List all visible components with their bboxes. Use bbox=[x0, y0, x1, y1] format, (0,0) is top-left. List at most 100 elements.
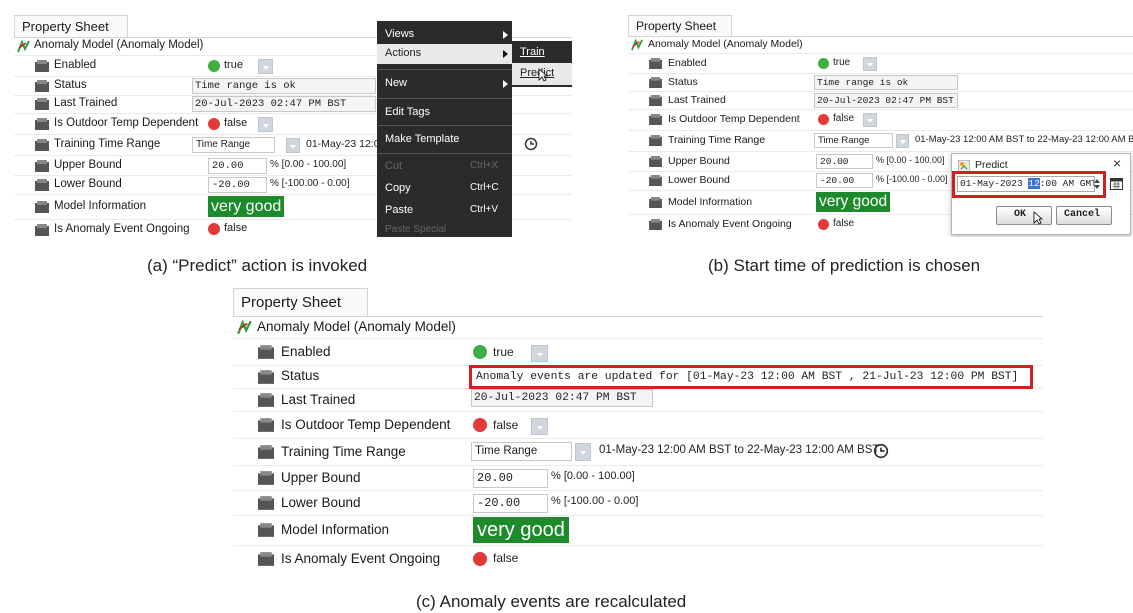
submenu-item-predict[interactable]: Predict bbox=[512, 63, 572, 85]
tree-root[interactable]: Anomaly Model (Anomaly Model) bbox=[233, 317, 1043, 339]
label-model-info: Model Information bbox=[668, 196, 753, 208]
caption-c: (c) Anomaly events are recalculated bbox=[416, 592, 687, 611]
submenu-item-train[interactable]: Train bbox=[520, 46, 545, 58]
row-last-trained: Last Trained 20-Jul-2023 02:47 PM BST bbox=[628, 92, 1133, 110]
slot-icon bbox=[258, 393, 274, 407]
calendar-icon[interactable] bbox=[1110, 177, 1123, 190]
last-trained-value: 20-Jul-2023 02:47 PM BST bbox=[471, 389, 653, 407]
submenu-arrow-icon bbox=[503, 80, 508, 88]
caption-a: (a) “Predict” action is invoked bbox=[147, 256, 368, 275]
outdoor-dropdown[interactable] bbox=[531, 418, 548, 435]
training-dropdown[interactable] bbox=[575, 443, 591, 461]
dialog-close-button[interactable]: × bbox=[1113, 155, 1121, 171]
training-combo[interactable]: Time Range bbox=[192, 137, 275, 153]
false-indicator-icon bbox=[818, 114, 829, 125]
slot-icon bbox=[35, 60, 49, 72]
cancel-button[interactable]: Cancel bbox=[1056, 206, 1112, 225]
enabled-dropdown[interactable] bbox=[531, 345, 548, 362]
menu-item-views[interactable]: Views bbox=[385, 28, 414, 40]
cancel-button-label: Cancel bbox=[1064, 209, 1101, 220]
lower-input[interactable]: -20.00 bbox=[473, 494, 548, 513]
enabled-value[interactable]: true bbox=[224, 59, 243, 71]
property-sheet-tab[interactable]: Property Sheet bbox=[628, 15, 732, 37]
training-combo[interactable]: Time Range bbox=[814, 133, 893, 148]
outdoor-value[interactable]: false bbox=[224, 117, 247, 129]
event-value: false bbox=[493, 551, 519, 565]
enabled-value[interactable]: true bbox=[493, 345, 514, 359]
anomaly-model-icon bbox=[17, 40, 31, 53]
ok-button[interactable]: OK bbox=[996, 206, 1052, 225]
slot-icon bbox=[649, 77, 662, 88]
enabled-dropdown[interactable] bbox=[258, 59, 273, 74]
property-sheet-tab[interactable]: Property Sheet bbox=[14, 15, 128, 38]
upper-range: % [0.00 - 100.00] bbox=[270, 159, 347, 170]
tree-root-label: Anomaly Model (Anomaly Model) bbox=[257, 319, 456, 334]
label-event: Is Anomaly Event Ongoing bbox=[668, 218, 792, 230]
slot-icon bbox=[258, 445, 274, 459]
outdoor-dropdown[interactable] bbox=[863, 113, 877, 127]
label-upper: Upper Bound bbox=[668, 155, 730, 167]
label-last-trained: Last Trained bbox=[668, 94, 726, 106]
row-status: Status Anomaly events are updated for [0… bbox=[233, 365, 1043, 389]
lower-input[interactable]: -20.00 bbox=[816, 173, 873, 188]
false-indicator-icon bbox=[818, 219, 829, 230]
panel-b: Property Sheet Anomaly Model (Anomaly Mo… bbox=[628, 15, 1133, 237]
label-upper: Upper Bound bbox=[54, 159, 122, 171]
menu-item-new[interactable]: New bbox=[385, 77, 407, 89]
mouse-cursor-icon bbox=[1033, 211, 1043, 225]
paste-shortcut: Ctrl+V bbox=[470, 204, 499, 215]
label-status: Status bbox=[668, 76, 698, 88]
outdoor-value[interactable]: false bbox=[833, 113, 854, 124]
clock-icon[interactable] bbox=[524, 137, 538, 151]
row-enabled: Enabled true bbox=[233, 341, 1043, 366]
upper-input[interactable]: 20.00 bbox=[473, 469, 548, 488]
model-info-value: very good bbox=[208, 196, 285, 217]
row-upper: Upper Bound 20.00 % [0.00 - 100.00] bbox=[233, 466, 1043, 491]
tree-root[interactable]: Anomaly Model (Anomaly Model) bbox=[628, 37, 1133, 54]
row-lower: Lower Bound -20.00 % [-100.00 - 0.00] bbox=[233, 491, 1043, 516]
anomaly-model-icon bbox=[631, 39, 644, 51]
slot-icon bbox=[649, 95, 662, 106]
outdoor-dropdown[interactable] bbox=[258, 117, 273, 132]
upper-input[interactable]: 20.00 bbox=[816, 154, 873, 169]
training-dropdown[interactable] bbox=[286, 138, 300, 153]
model-info-value: very good bbox=[816, 192, 891, 212]
slot-icon bbox=[35, 160, 49, 172]
clock-icon[interactable] bbox=[873, 443, 889, 459]
label-last-trained: Last Trained bbox=[281, 392, 356, 407]
label-event: Is Anomaly Event Ongoing bbox=[54, 223, 190, 235]
training-range-text: 01-May-23 12:00 AM BST to 22-May-23 12:0… bbox=[915, 134, 1133, 145]
row-model-info: Model Information very good bbox=[233, 516, 1043, 546]
slot-icon bbox=[649, 114, 662, 125]
label-enabled: Enabled bbox=[281, 344, 331, 359]
panel-c: Property Sheet Anomaly Model (Anomaly Mo… bbox=[233, 288, 1043, 578]
menu-item-copy[interactable]: Copy bbox=[385, 182, 411, 194]
menu-item-edit-tags[interactable]: Edit Tags bbox=[385, 106, 430, 118]
menu-item-make-template[interactable]: Make Template bbox=[385, 133, 459, 145]
training-combo[interactable]: Time Range bbox=[471, 442, 572, 461]
event-value: false bbox=[833, 218, 855, 229]
slot-icon bbox=[35, 139, 49, 151]
enabled-dropdown[interactable] bbox=[863, 57, 877, 71]
slot-icon bbox=[35, 201, 49, 213]
training-dropdown[interactable] bbox=[896, 134, 909, 148]
menu-item-actions[interactable]: Actions bbox=[377, 44, 512, 64]
panel-a: Property Sheet Anomaly Model (Anomaly Mo… bbox=[14, 15, 572, 237]
upper-input[interactable]: 20.00 bbox=[208, 158, 267, 174]
menu-item-paste-special: Paste Special bbox=[385, 224, 447, 235]
status-value: Time range is ok bbox=[814, 75, 958, 90]
property-sheet-tab[interactable]: Property Sheet bbox=[233, 288, 368, 317]
menu-item-paste[interactable]: Paste bbox=[385, 204, 413, 216]
outdoor-value[interactable]: false bbox=[493, 418, 518, 432]
slot-icon bbox=[649, 175, 662, 186]
event-value: false bbox=[224, 222, 248, 234]
true-indicator-icon bbox=[473, 345, 487, 359]
submenu-arrow-icon bbox=[503, 50, 508, 58]
lower-input[interactable]: -20.00 bbox=[208, 177, 267, 193]
label-lower: Lower Bound bbox=[54, 178, 122, 190]
slot-icon bbox=[35, 224, 49, 236]
slot-icon bbox=[35, 118, 49, 130]
label-enabled: Enabled bbox=[54, 59, 97, 71]
row-outdoor: Is Outdoor Temp Dependent false bbox=[233, 412, 1043, 439]
enabled-value[interactable]: true bbox=[833, 57, 850, 68]
